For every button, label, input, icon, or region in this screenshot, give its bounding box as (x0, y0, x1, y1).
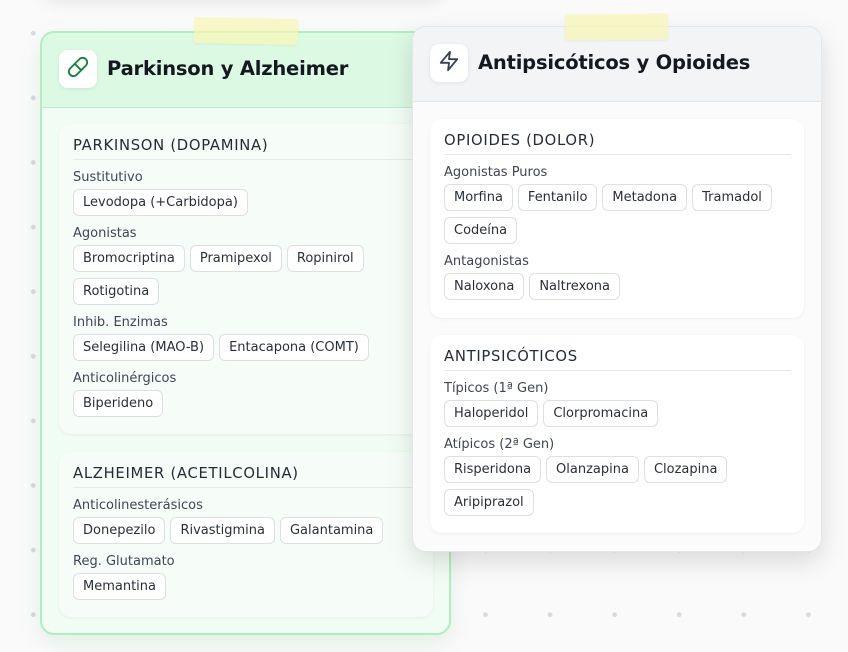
group-label: Típicos (1ª Gen) (444, 381, 549, 396)
drug-chip[interactable]: Aripiprazol (444, 489, 534, 516)
drug-chip[interactable]: Levodopa (+Carbidopa) (73, 189, 248, 216)
drug-chip[interactable]: Metadona (602, 184, 688, 211)
section-title: PARKINSON (DOPAMINA) (73, 137, 420, 160)
group-label: Sustitutivo (73, 170, 143, 185)
drug-chip[interactable]: Clorpromacina (543, 400, 659, 427)
drug-chip[interactable]: Rotigotina (73, 278, 160, 305)
group-label: Agonistas (73, 226, 137, 241)
drug-chip-list: Haloperidol Clorpromacina (444, 400, 791, 427)
drug-chip-list: Morfina Fentanilo Metadona Tramadol Code… (444, 184, 791, 244)
pill-icon (67, 56, 89, 82)
drug-chip-list: Memantina (73, 573, 420, 600)
drug-chip[interactable]: Bromocriptina (73, 245, 185, 272)
drug-chip[interactable]: Tramadol (692, 184, 772, 211)
drug-chip[interactable]: Risperidona (444, 456, 542, 483)
group-label: Antagonistas (444, 254, 529, 269)
drug-chip[interactable]: Codeína (444, 217, 518, 244)
group-label: Anticolinesterásicos (73, 498, 203, 513)
drug-chip[interactable]: Clozapina (643, 456, 728, 483)
group-label: Agonistas Puros (444, 165, 548, 180)
section-title: OPIOIDES (DOLOR) (444, 132, 791, 155)
card-header: Parkinson y Alzheimer (42, 33, 449, 108)
group-label: Inhib. Enzimas (73, 315, 168, 330)
group-label: Reg. Glutamato (73, 554, 175, 569)
drug-chip[interactable]: Galantamina (279, 517, 384, 544)
drug-chip[interactable]: Ropinirol (286, 245, 364, 272)
card-icon-box (430, 44, 468, 82)
drug-chip[interactable]: Naloxona (444, 273, 525, 300)
section-title: ANTIPSICÓTICOS (444, 348, 791, 371)
drug-chip[interactable]: Naltrexona (529, 273, 620, 300)
drug-chip[interactable]: Memantina (73, 573, 166, 600)
tape-strip (193, 16, 299, 46)
section-opioides: OPIOIDES (DOLOR) Agonistas Puros Morfina… (430, 119, 804, 318)
card-title: Parkinson y Alzheimer (107, 57, 349, 80)
drug-chip[interactable]: Pramipexol (189, 245, 282, 272)
section-title: ALZHEIMER (ACETILCOLINA) (73, 465, 420, 488)
drug-chip[interactable]: Rivastigmina (170, 517, 275, 544)
card-title: Antipsicóticos y Opioides (478, 51, 751, 74)
drug-chip[interactable]: Fentanilo (517, 184, 598, 211)
card-icon-box (59, 50, 97, 88)
drug-chip-list: Biperideno (73, 390, 420, 417)
drug-chip[interactable]: Biperideno (73, 390, 164, 417)
group-label: Atípicos (2ª Gen) (444, 437, 555, 452)
drug-chip[interactable]: Entacapona (COMT) (219, 334, 369, 361)
drug-chip[interactable]: Morfina (444, 184, 513, 211)
group-label: Anticolinérgicos (73, 371, 177, 386)
drug-chip-list: Bromocriptina Pramipexol Ropinirol Rotig… (73, 245, 420, 305)
drug-chip-list: Risperidona Olanzapina Clozapina Aripipr… (444, 456, 791, 516)
drug-chip-list: Donepezilo Rivastigmina Galantamina (73, 517, 420, 544)
drug-chip-list: Levodopa (+Carbidopa) (73, 189, 420, 216)
drug-chip[interactable]: Donepezilo (73, 517, 166, 544)
drug-chip[interactable]: Selegilina (MAO-B) (73, 334, 215, 361)
section-alzheimer: ALZHEIMER (ACETILCOLINA) Anticolinesterá… (59, 452, 433, 617)
card-antipsicoticos-opioides: Antipsicóticos y Opioides OPIOIDES (DOLO… (412, 26, 822, 552)
drug-chip[interactable]: Olanzapina (546, 456, 639, 483)
lightning-bolt-icon (438, 50, 460, 76)
card-parkinson-alzheimer: Parkinson y Alzheimer PARKINSON (DOPAMIN… (40, 31, 451, 635)
section-parkinson: PARKINSON (DOPAMINA) Sustitutivo Levodop… (59, 124, 433, 434)
drug-chip-list: Naloxona Naltrexona (444, 273, 791, 300)
section-antipsicoticos: ANTIPSICÓTICOS Típicos (1ª Gen) Haloperi… (430, 335, 804, 533)
drug-chip-list: Selegilina (MAO-B) Entacapona (COMT) (73, 334, 420, 361)
tape-strip (564, 13, 669, 41)
drug-chip[interactable]: Haloperidol (444, 400, 539, 427)
